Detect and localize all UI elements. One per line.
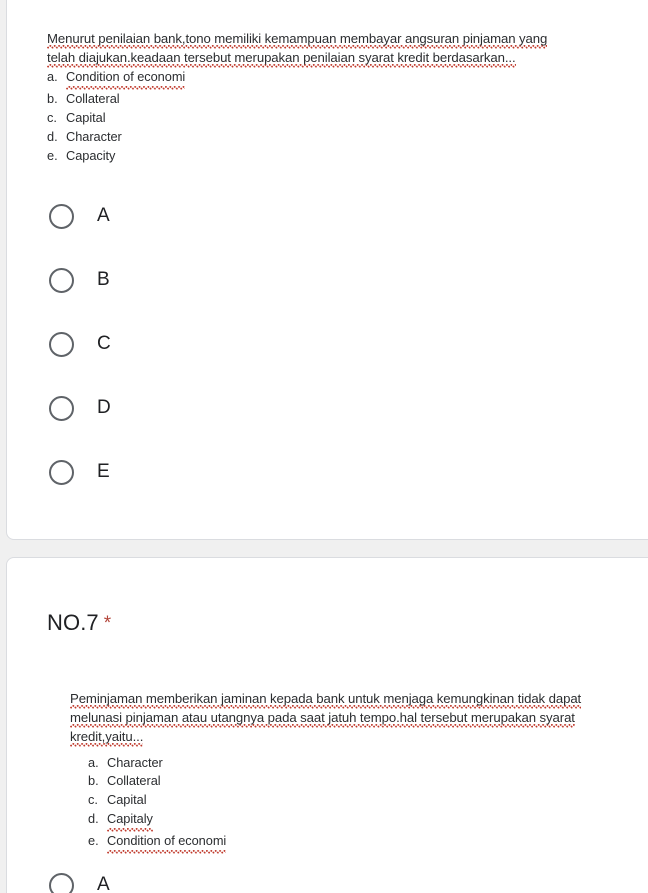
question-title-text: NO.7 <box>47 610 99 635</box>
doc-option-list: a. Condition of economi b. Collateral c.… <box>47 68 617 165</box>
doc-option-text: Condition of economi <box>107 831 226 854</box>
doc-option-item: b. Collateral <box>47 90 617 109</box>
doc-paragraph: Menurut penilaian bank,tono memiliki kem… <box>47 29 617 67</box>
doc-paragraph-line: melunasi pinjaman atau utangnya pada saa… <box>70 710 575 728</box>
radio-button-icon[interactable] <box>49 267 74 293</box>
choice-label: D <box>97 397 111 418</box>
doc-option-item: a. Condition of economi <box>47 68 617 90</box>
doc-option-marker: d. <box>88 811 99 826</box>
doc-paragraph-line: telah diajukan.keadaan tersebut merupaka… <box>47 50 516 68</box>
doc-option-item: c. Capital <box>47 109 617 128</box>
doc-paragraph: Peminjaman memberikan jaminan kepada ban… <box>70 689 615 747</box>
doc-option-item: b. Collateral <box>88 772 615 791</box>
choice-option-a[interactable]: A <box>49 870 110 893</box>
choice-label: B <box>97 269 110 290</box>
choice-label: E <box>97 461 110 482</box>
question-card-6: Menurut penilaian bank,tono memiliki kem… <box>6 0 648 540</box>
choice-option-a[interactable]: A <box>49 201 110 231</box>
choice-option-b[interactable]: B <box>49 265 110 295</box>
doc-option-item: d. Capitaly <box>88 810 615 832</box>
radio-button-icon[interactable] <box>49 395 74 421</box>
doc-paragraph-line: kredit,yaitu... <box>70 729 143 747</box>
doc-option-marker: e. <box>47 147 58 163</box>
doc-option-marker: a. <box>88 754 99 770</box>
radio-button-icon[interactable] <box>49 459 74 485</box>
radio-button-icon[interactable] <box>49 203 74 229</box>
question-card-7: NO.7 * Peminjaman memberikan jaminan kepa… <box>6 557 648 893</box>
question-7-image: Peminjaman memberikan jaminan kepada ban… <box>70 689 615 854</box>
radio-button-icon[interactable] <box>49 872 74 893</box>
form-page: Menurut penilaian bank,tono memiliki kem… <box>0 0 648 893</box>
doc-option-text: Collateral <box>66 91 120 107</box>
doc-option-text: Capital <box>66 110 106 125</box>
doc-option-text: Capitaly <box>107 810 153 832</box>
doc-option-marker: c. <box>47 110 57 125</box>
doc-option-item: e. Condition of economi <box>88 831 615 854</box>
doc-option-text: Capacity <box>66 147 116 163</box>
question-7-title: NO.7 * <box>47 609 111 638</box>
doc-option-text: Capital <box>107 792 147 808</box>
choice-label: C <box>97 333 111 354</box>
choice-label: A <box>97 205 110 226</box>
doc-option-text: Character <box>107 754 163 770</box>
doc-option-text: Condition of economi <box>66 68 185 90</box>
doc-option-marker: d. <box>47 128 58 144</box>
choice-option-d[interactable]: D <box>49 393 111 423</box>
choice-option-c[interactable]: C <box>49 329 111 359</box>
doc-option-marker: a. <box>47 69 58 85</box>
doc-option-text: Character <box>66 128 122 144</box>
doc-option-list: a. Character b. Collateral c. Capital d.… <box>88 754 615 854</box>
doc-option-marker: b. <box>88 773 99 789</box>
doc-option-item: c. Capital <box>88 791 615 810</box>
doc-option-item: a. Character <box>88 754 615 773</box>
choice-label: A <box>97 874 110 893</box>
doc-paragraph-line: Menurut penilaian bank,tono memiliki kem… <box>47 31 547 49</box>
doc-option-marker: e. <box>88 832 99 848</box>
doc-option-marker: b. <box>47 91 58 107</box>
doc-option-text: Collateral <box>107 773 161 789</box>
doc-paragraph-line: Peminjaman memberikan jaminan kepada ban… <box>70 691 581 709</box>
radio-button-icon[interactable] <box>49 331 74 357</box>
doc-option-marker: c. <box>88 792 98 808</box>
question-6-image: Menurut penilaian bank,tono memiliki kem… <box>47 29 617 166</box>
choice-option-e[interactable]: E <box>49 457 110 487</box>
required-asterisk: * <box>103 613 112 634</box>
doc-option-item: e. Capacity <box>47 147 617 166</box>
doc-option-item: d. Character <box>47 128 617 147</box>
